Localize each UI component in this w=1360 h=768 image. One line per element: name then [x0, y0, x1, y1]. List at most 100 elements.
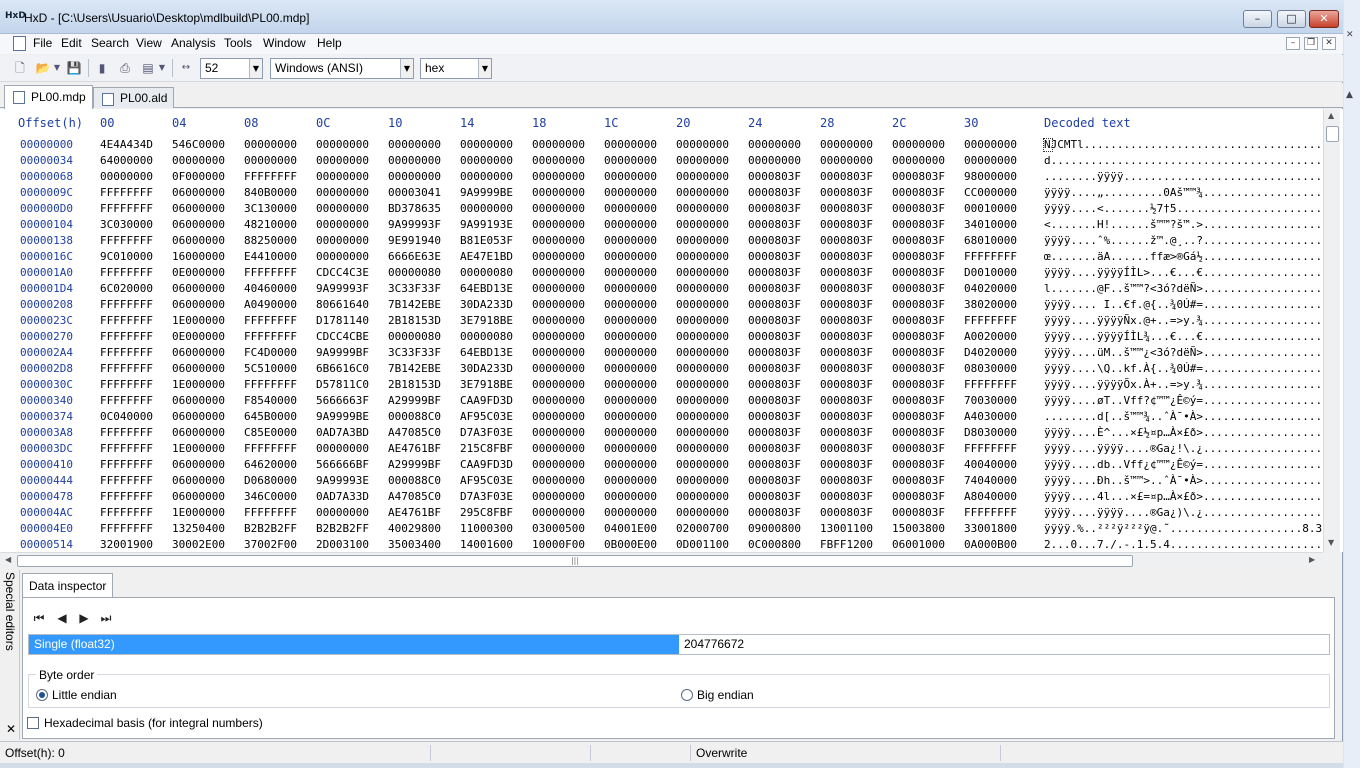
hex-cell[interactable]: 0000803F [820, 250, 873, 263]
hex-cell[interactable]: 00000000 [604, 298, 657, 311]
hex-cell[interactable]: 33001800 [964, 522, 1017, 535]
hex-cell[interactable]: 00000000 [676, 506, 729, 519]
tab-pl00-ald[interactable]: PL00.ald [93, 87, 175, 108]
hex-cell[interactable]: 0000803F [748, 314, 801, 327]
hex-cell[interactable]: 0000803F [892, 378, 945, 391]
hex-cell[interactable]: FFFFFFFF [964, 250, 1017, 263]
hex-cell[interactable]: 0000803F [748, 202, 801, 215]
hex-cell[interactable]: 0000803F [892, 282, 945, 295]
hex-cell[interactable]: 00000080 [388, 266, 441, 279]
hex-cell[interactable]: FFFFFFFF [964, 442, 1017, 455]
hex-cell[interactable]: FFFFFFFF [100, 314, 153, 327]
export-icon[interactable]: ▤ [140, 60, 156, 76]
hex-cell[interactable]: 00000000 [748, 138, 801, 151]
hex-cell[interactable]: FBFF1200 [820, 538, 873, 551]
hex-cell[interactable]: 0AD7A3BD [316, 426, 369, 439]
hex-cell[interactable]: D0010000 [964, 266, 1017, 279]
menu-tools[interactable]: Tools [224, 36, 252, 50]
hex-cell[interactable]: FFFFFFFF [100, 186, 153, 199]
hex-cell[interactable]: 0B000E00 [604, 538, 657, 551]
hex-cell[interactable]: FFFFFFFF [100, 378, 153, 391]
mdi-close-icon[interactable]: ✕ [1322, 37, 1336, 50]
hex-cell[interactable]: 00000000 [460, 138, 513, 151]
hex-cell[interactable]: 0000803F [892, 346, 945, 359]
hex-cell[interactable]: 9C010000 [100, 250, 153, 263]
hex-cell[interactable]: FFFFFFFF [964, 314, 1017, 327]
hex-cell[interactable]: FFFFFFFF [244, 506, 297, 519]
hex-cell[interactable]: 0C040000 [100, 410, 153, 423]
hex-cell[interactable]: 06001000 [892, 538, 945, 551]
hex-cell[interactable]: 5666663F [316, 394, 369, 407]
hex-cell[interactable]: 00000000 [244, 138, 297, 151]
hex-cell[interactable]: FFFFFFFF [100, 266, 153, 279]
hex-cell[interactable]: 00000000 [604, 378, 657, 391]
hex-cell[interactable]: 00000000 [676, 298, 729, 311]
decoded-text[interactable]: ÿÿÿÿ....4l...×£=¤p…À×£ð>................… [1044, 490, 1324, 503]
panel-close-icon[interactable]: ✕ [6, 722, 16, 736]
hex-cell[interactable]: 000088C0 [388, 410, 441, 423]
hex-cell[interactable]: 13001100 [820, 522, 873, 535]
hex-cell[interactable]: 0000803F [748, 282, 801, 295]
hex-cell[interactable]: 48210000 [244, 218, 297, 231]
hex-cell[interactable]: 0000803F [892, 474, 945, 487]
hex-cell[interactable]: 00000000 [676, 218, 729, 231]
hex-cell[interactable]: 00000000 [604, 154, 657, 167]
first-icon[interactable]: ⏮ [31, 610, 47, 626]
hex-cell[interactable]: AE4761BF [388, 442, 441, 455]
hex-cell[interactable]: 00000000 [676, 458, 729, 471]
hex-cell[interactable]: 00000000 [316, 202, 369, 215]
hex-cell[interactable]: 0000803F [748, 298, 801, 311]
hex-cell[interactable]: 00000000 [460, 202, 513, 215]
hex-cell[interactable]: 09000800 [748, 522, 801, 535]
hex-cell[interactable]: 00000000 [388, 138, 441, 151]
hex-cell[interactable]: 00000000 [532, 490, 585, 503]
hex-cell[interactable]: 00000000 [532, 250, 585, 263]
hex-cell[interactable]: 0000803F [892, 234, 945, 247]
open-file-icon[interactable]: 📂 [35, 60, 51, 76]
menu-help[interactable]: Help [317, 36, 342, 50]
hex-cell[interactable]: 00000000 [604, 394, 657, 407]
hex-cell[interactable]: 0000803F [748, 410, 801, 423]
hex-cell[interactable]: FFFFFFFF [244, 442, 297, 455]
hex-cell[interactable]: 00000000 [604, 506, 657, 519]
hex-cell[interactable]: 40460000 [244, 282, 297, 295]
data-type-row[interactable]: Single (float32) 204776672 [28, 634, 1330, 655]
hex-cell[interactable]: 00000000 [676, 138, 729, 151]
hex-cell[interactable]: 00000000 [604, 202, 657, 215]
close-button[interactable]: ✕ [1309, 10, 1339, 28]
hex-cell[interactable]: 00000000 [604, 138, 657, 151]
menu-search[interactable]: Search [91, 36, 129, 50]
hex-cell[interactable]: 00000000 [604, 442, 657, 455]
hex-cell[interactable]: 0000803F [820, 410, 873, 423]
hex-cell[interactable]: D57811C0 [316, 378, 369, 391]
hex-cell[interactable]: 0000803F [748, 346, 801, 359]
hex-cell[interactable]: 2D003100 [316, 538, 369, 551]
hex-cell[interactable]: 00000000 [532, 266, 585, 279]
hex-cell[interactable]: 4E4A434D [100, 138, 153, 151]
hex-cell[interactable]: D4020000 [964, 346, 1017, 359]
hex-cell[interactable]: 00000080 [388, 330, 441, 343]
charset-select[interactable]: Windows (ANSI) ▼ [270, 58, 414, 79]
decoded-text[interactable]: ÿÿÿÿ....Ðh..š™™>..ˆÀ¯•À>................… [1044, 474, 1324, 487]
hex-cell[interactable]: 0000803F [892, 490, 945, 503]
hex-cell[interactable]: 1E000000 [172, 442, 225, 455]
hex-cell[interactable]: 0000803F [820, 186, 873, 199]
hex-cell[interactable]: 15003800 [892, 522, 945, 535]
hex-cell[interactable]: 215C8FBF [460, 442, 513, 455]
little-endian-radio[interactable] [36, 689, 48, 701]
decoded-text[interactable]: ÿÿÿÿ....ÿÿÿÿÕx.À+..=>y.¾................… [1044, 378, 1324, 391]
chevron-down-icon[interactable]: ▼ [249, 59, 262, 78]
decoded-text[interactable]: ÿÿÿÿ....È^...×£½¤p…À×£ð>................… [1044, 426, 1324, 439]
hex-cell[interactable]: 00000000 [532, 346, 585, 359]
hex-cell[interactable]: 34010000 [964, 218, 1017, 231]
hex-cell[interactable]: 11000300 [460, 522, 513, 535]
hex-cell[interactable]: 9A99993F [316, 282, 369, 295]
hex-cell[interactable]: 295C8FBF [460, 506, 513, 519]
hex-cell[interactable]: 30DA233D [460, 298, 513, 311]
hex-cell[interactable]: 0000803F [892, 186, 945, 199]
hex-cell[interactable]: 0000803F [820, 426, 873, 439]
hex-editor-view[interactable]: Offset(h) Decoded text 00 04 08 0C 10 14 18 1C 2… [0, 109, 1343, 552]
export-dropdown-icon[interactable]: ▼ [157, 60, 167, 76]
decoded-text[interactable]: ÿÿÿÿ....\Q..kf.À{..¾0Ú#=................… [1044, 362, 1324, 375]
hex-cell[interactable]: 00003041 [388, 186, 441, 199]
